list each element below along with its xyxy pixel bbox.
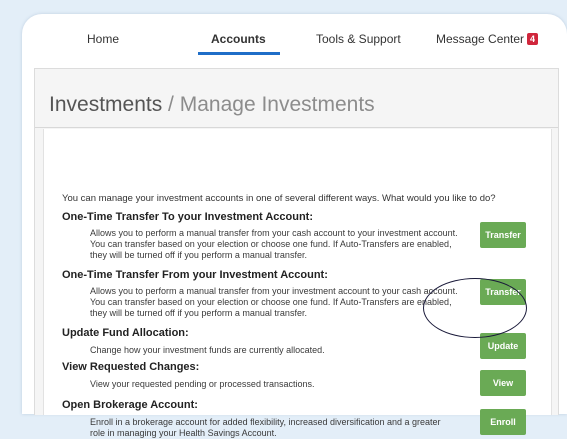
page-title-sub: Manage Investments (179, 93, 375, 116)
section-transfer-from-desc: Allows you to perform a manual transfer … (90, 286, 458, 318)
transfer-to-button[interactable]: Transfer (480, 222, 526, 248)
section-transfer-from-title: One-Time Transfer From your Investment A… (62, 269, 328, 281)
section-brokerage-desc: Enroll in a brokerage account for added … (90, 417, 441, 438)
enroll-button[interactable]: Enroll (480, 409, 526, 435)
message-count-badge: 4 (527, 33, 539, 45)
title-divider (35, 127, 558, 128)
section-transfer-to-title: One-Time Transfer To your Investment Acc… (62, 211, 314, 223)
page-title: Investments / Manage Investments (49, 93, 375, 117)
section-update-allocation-desc: Change how your investment funds are cur… (90, 345, 325, 355)
nav-home[interactable]: Home (87, 32, 119, 46)
nav-message-center-label: Message Center (436, 32, 525, 46)
transfer-from-button[interactable]: Transfer (480, 279, 526, 305)
nav-active-indicator (198, 52, 280, 55)
section-transfer-to-desc: Allows you to perform a manual transfer … (90, 228, 458, 260)
section-view-changes-desc: View your requested pending or processed… (90, 379, 315, 389)
options-container: You can manage your investment accounts … (43, 129, 552, 438)
investments-panel: Investments / Manage Investments You can… (34, 68, 559, 438)
section-view-changes-title: View Requested Changes: (62, 361, 200, 373)
nav-tools-support[interactable]: Tools & Support (316, 32, 401, 46)
page-title-main: Investments (49, 93, 163, 116)
section-update-allocation-title: Update Fund Allocation: (62, 327, 189, 339)
update-button[interactable]: Update (480, 333, 526, 359)
top-navigation: Home Accounts Tools & Support Message Ce… (22, 14, 567, 62)
main-card: Home Accounts Tools & Support Message Ce… (22, 14, 567, 438)
nav-accounts[interactable]: Accounts (211, 32, 266, 46)
intro-text: You can manage your investment accounts … (62, 193, 496, 204)
view-button[interactable]: View (480, 370, 526, 396)
nav-message-center[interactable]: Message Center 4 (436, 32, 539, 46)
page-title-separator: / (162, 93, 180, 116)
section-brokerage-title: Open Brokerage Account: (62, 399, 198, 411)
